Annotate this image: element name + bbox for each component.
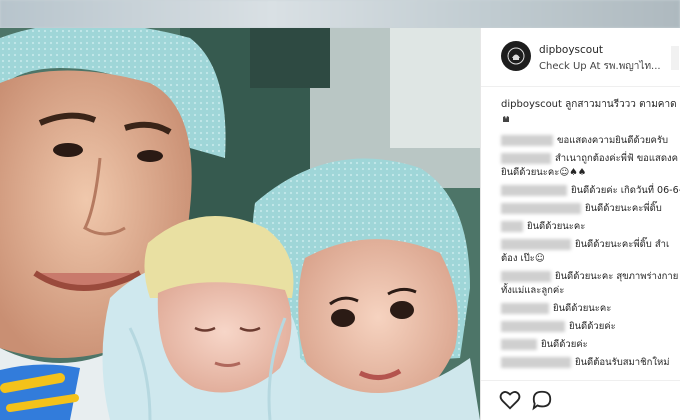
comment-item: ยินดีด้วยค่ะ (501, 338, 588, 351)
instagram-post-panel: dipboyscout Check Up At รพ.พญาไท... dipb… (480, 28, 680, 420)
profile-avatar[interactable] (501, 41, 531, 71)
post-caption: dipboyscout ลูกสาวมานรีววว ตามคาด (501, 98, 677, 112)
blurred-username (501, 135, 553, 146)
post-header: dipboyscout Check Up At รพ.พญาไท... (481, 28, 680, 87)
comment-item: ยินดีด้วยนะคะ สุขภาพร่างกาย (501, 270, 678, 283)
post-username[interactable]: dipboyscout (539, 44, 603, 56)
comment-button[interactable] (531, 389, 553, 411)
comment-text: ยินดีด้วยนะคะ สุขภาพร่างกาย (555, 271, 679, 282)
blurred-username (501, 221, 523, 232)
comment-text: ยินดีด้วยค่ะ (541, 339, 588, 350)
top-blurred-bar (0, 0, 680, 28)
comment-text: ยินดีด้วยนะคะพี่ดิ๊บ สำเ (575, 239, 670, 250)
comment-text: ยินดีด้วยนะคะ (527, 221, 586, 232)
caption-text: ลูกสาวมานรีววว ตามคาด (565, 99, 677, 110)
comment-item: ยินดีด้วยค่ะ เกิดวันที่ 06-6-60 (501, 184, 680, 197)
blurred-username (501, 271, 551, 282)
like-button[interactable] (499, 389, 521, 411)
post-actions (481, 380, 680, 420)
comment-text: ขอแสดงความยินดีด้วยครับ (557, 135, 669, 146)
blurred-username (501, 153, 551, 164)
comment-item: ยินดีต้อนรับสมาชิกใหม่ (501, 356, 670, 369)
comment-text: ยินดีต้อนรับสมาชิกใหม่ (575, 357, 670, 368)
comment-text: สำเนาถูกต้องค่ะพี่ฟ้ ขอแสดงค (555, 153, 678, 164)
comment-item: ยินดีด้วยนะคะ (501, 220, 585, 233)
comment-text: ยินดีด้วยค่ะ (569, 321, 616, 332)
comment-text: ยินดีด้วยนะคะ (553, 303, 612, 314)
caption-emoji (501, 114, 511, 128)
heart-icon (499, 391, 521, 410)
blurred-username (501, 203, 581, 214)
comment-text: ยินดีด้วยนะคะ☺♠♠ (501, 167, 587, 178)
caption-username[interactable]: dipboyscout (501, 99, 562, 110)
comment-item: ขอแสดงความยินดีด้วยครับ (501, 134, 668, 147)
tv-channel-logo (0, 364, 80, 420)
comment-item: ยินดีด้วยนะคะพี่ดิ๊บ สำเ (501, 238, 669, 251)
blurred-username (501, 239, 571, 250)
comment-item: ยินดีด้วยนะคะ☺♠♠ (501, 166, 586, 179)
comment-item: ยินดีด้วยนะคะพี่ดิ๊บ (501, 202, 662, 215)
comment-text: ทั้งแม่และลูกค่ะ (501, 285, 565, 296)
blurred-username (501, 339, 537, 350)
comment-icon (532, 390, 552, 411)
blurred-username (501, 303, 549, 314)
comment-text: ยินดีด้วยค่ะ เกิดวันที่ 06-6-60 (571, 185, 680, 196)
comment-item: ทั้งแม่และลูกค่ะ (501, 284, 564, 297)
blurred-username (501, 321, 565, 332)
blurred-username (501, 185, 567, 196)
comment-text: ต้อง เป๊ะ☺ (501, 253, 545, 264)
comment-item: ยินดีด้วยค่ะ (501, 320, 616, 333)
blurred-username (501, 357, 571, 368)
comment-item: สำเนาถูกต้องค่ะพี่ฟ้ ขอแสดงค (501, 152, 678, 165)
scout-logo-icon (507, 47, 525, 65)
comment-item: ต้อง เป๊ะ☺ (501, 252, 545, 265)
hands-emoji-icon (503, 116, 509, 122)
post-location[interactable]: Check Up At รพ.พญาไท... (539, 59, 661, 74)
scroll-edge (671, 46, 679, 70)
comment-item: ยินดีด้วยนะคะ (501, 302, 611, 315)
comment-text: ยินดีด้วยนะคะพี่ดิ๊บ (585, 203, 662, 214)
